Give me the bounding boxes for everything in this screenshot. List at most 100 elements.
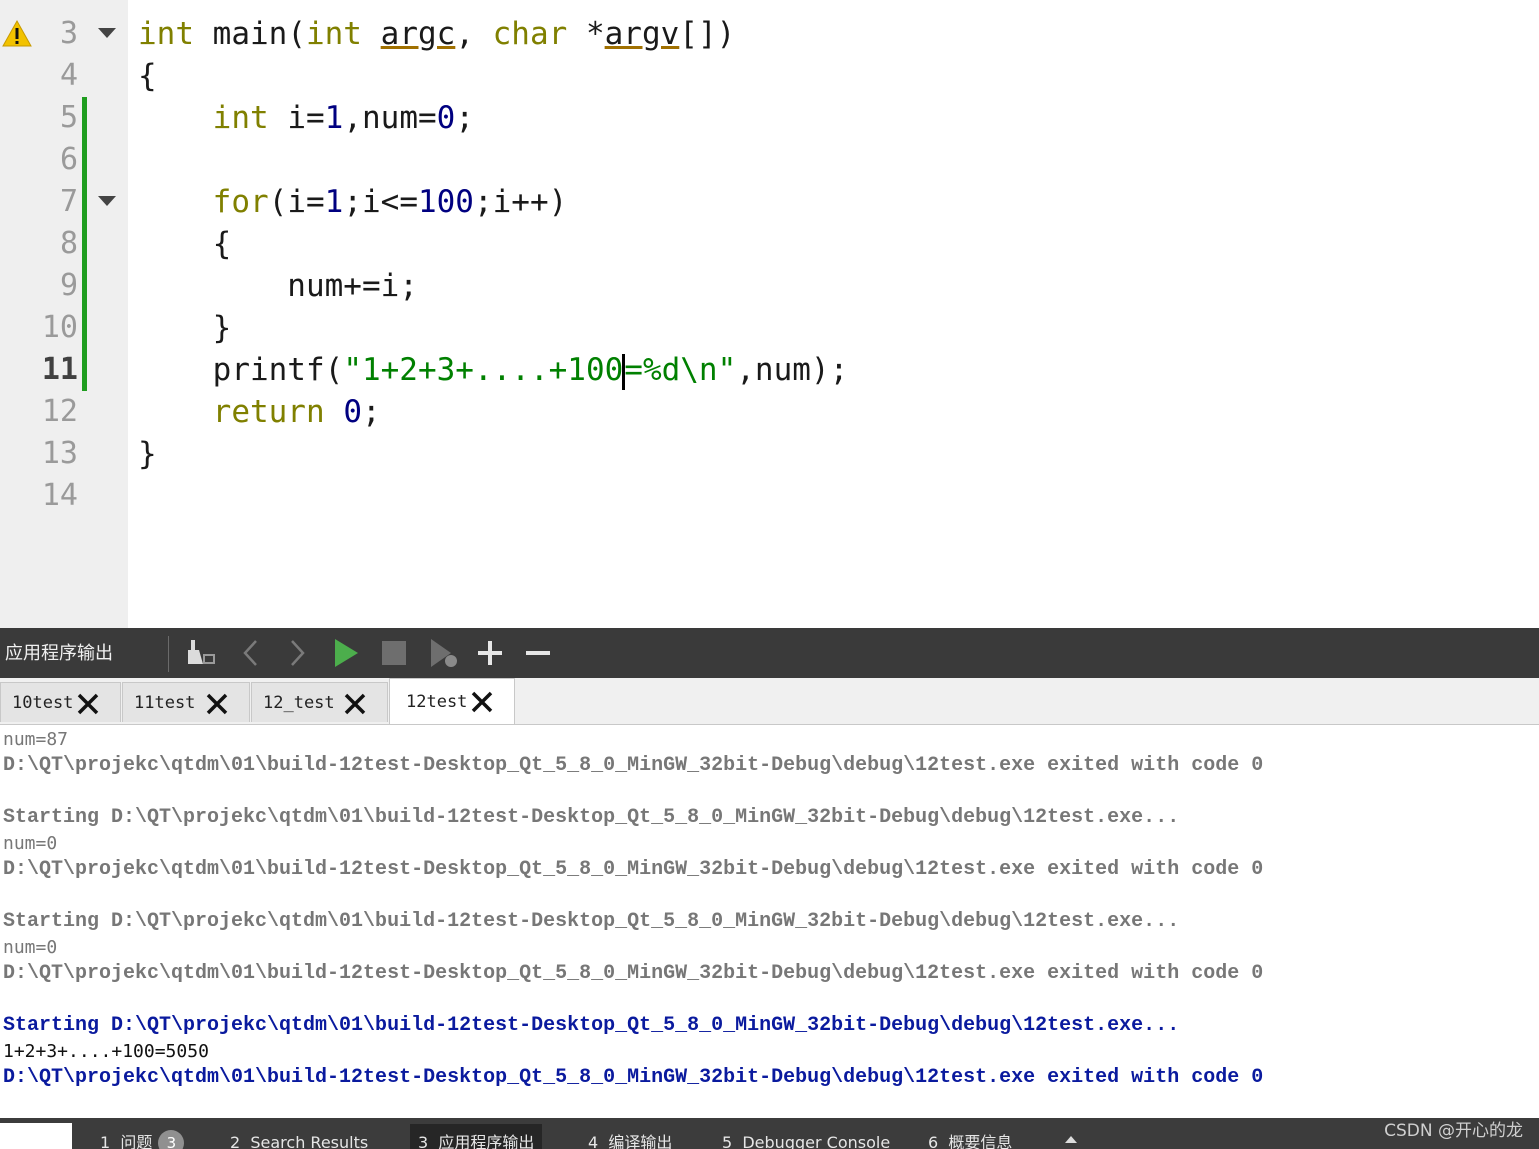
bottom-pane-number: 4 <box>588 1133 609 1149</box>
gutter-row[interactable]: 9 <box>0 265 128 307</box>
fold-arrow-icon[interactable] <box>98 28 116 38</box>
gutter-row[interactable]: 5 <box>0 97 128 139</box>
bottom-pane-button[interactable]: 6 概要信息 <box>928 1124 1012 1149</box>
output-tab[interactable]: 10test <box>0 682 121 722</box>
forward-icon[interactable] <box>280 636 314 670</box>
gutter-row[interactable]: 12 <box>0 391 128 433</box>
line-number: 12 <box>41 394 78 429</box>
bottom-pane-label: 概要信息 <box>948 1133 1013 1149</box>
bottom-pane-bar: 1 问题 3 2 Search Results 3 应用程序输出 4 编译输出 5 Deb… <box>0 1118 1539 1149</box>
gutter-row[interactable]: 8 <box>0 223 128 265</box>
gutter-row[interactable]: 10 <box>0 307 128 349</box>
code-editor[interactable]: 3 4 5 6 7 8 9 10 11 12 13 14 int main(int argc, cha… <box>0 0 1539 628</box>
bottom-pane-number: 6 <box>928 1133 949 1149</box>
fold-arrow-icon[interactable] <box>98 196 116 206</box>
bottom-pane-button[interactable]: 1 问题 3 <box>100 1124 185 1149</box>
bottom-pane-number: 2 <box>230 1133 251 1149</box>
code-line[interactable]: num+=i; <box>138 265 418 307</box>
output-tab[interactable]: 12test <box>389 678 515 724</box>
code-line[interactable]: } <box>138 307 232 349</box>
zoom-in-icon[interactable] <box>473 636 507 670</box>
stop-icon[interactable] <box>377 636 411 670</box>
text-cursor <box>622 353 626 390</box>
attach-debugger-icon[interactable] <box>427 636 461 670</box>
close-icon[interactable] <box>205 692 229 716</box>
modified-line-marker <box>82 307 87 349</box>
line-number: 5 <box>59 100 78 135</box>
modified-line-marker <box>82 349 87 391</box>
output-pane-title: 应用程序输出 <box>5 643 113 664</box>
gutter-row[interactable]: 13 <box>0 433 128 475</box>
bottom-pane-button[interactable]: 4 编译输出 <box>588 1124 672 1149</box>
output-tab[interactable]: 12_test <box>251 682 388 722</box>
code-line[interactable]: int i=1,num=0; <box>138 97 474 139</box>
code-line[interactable]: int main(int argc, char *argv[]) <box>138 13 735 55</box>
output-tab-bar: 10test 11test 12_test 12test <box>0 678 1539 725</box>
code-line[interactable]: for(i=1;i<=100;i++) <box>138 181 568 223</box>
output-tab-label: 10test <box>12 693 74 713</box>
output-line: Starting D:\QT\projekc\qtdm\01\build-12t… <box>3 1014 1180 1037</box>
code-line[interactable]: return 0; <box>138 391 381 433</box>
output-line: num=0 <box>3 833 58 854</box>
output-tab[interactable]: 11test <box>122 682 250 722</box>
code-line[interactable]: } <box>138 433 157 475</box>
output-tab-label: 12_test <box>263 693 335 713</box>
output-line: Starting D:\QT\projekc\qtdm\01\build-12t… <box>3 806 1180 829</box>
locator-box[interactable] <box>0 1123 72 1149</box>
zoom-out-icon[interactable] <box>521 636 555 670</box>
issue-count-badge: 3 <box>158 1130 185 1149</box>
bottom-pane-button[interactable]: 5 Debugger Console <box>722 1124 890 1149</box>
output-line: D:\QT\projekc\qtdm\01\build-12test-Deskt… <box>3 858 1264 881</box>
bottom-pane-button[interactable]: 2 Search Results <box>230 1124 368 1149</box>
modified-line-marker <box>82 181 87 223</box>
toolbar-separator <box>168 636 169 672</box>
code-line[interactable]: { <box>138 55 157 97</box>
output-line: 1+2+3+....+100=5050 <box>3 1041 209 1062</box>
gutter-row[interactable]: 6 <box>0 139 128 181</box>
bottom-pane-label: 编译输出 <box>608 1133 673 1149</box>
close-icon[interactable] <box>76 692 100 716</box>
bottom-pane-label: 应用程序输出 <box>438 1133 535 1149</box>
bottom-pane-number: 3 <box>418 1133 439 1149</box>
close-icon[interactable] <box>343 692 367 716</box>
output-tab-label: 11test <box>134 693 196 713</box>
gutter-row[interactable]: 11 <box>0 349 128 391</box>
modified-line-marker <box>82 265 87 307</box>
line-number: 8 <box>59 226 78 261</box>
line-number: 14 <box>41 478 78 513</box>
code-line[interactable]: printf("1+2+3+....+100=%d\n",num); <box>138 349 848 391</box>
modified-line-marker <box>82 97 87 139</box>
bottom-pane-button[interactable]: 3 应用程序输出 <box>410 1124 543 1149</box>
bottom-pane-label: Debugger Console <box>742 1133 891 1149</box>
watermark: CSDN @开心的龙 <box>1384 1121 1523 1141</box>
application-output[interactable]: num=87 D:\QT\projekc\qtdm\01\build-12test… <box>0 725 1539 1118</box>
gutter-row[interactable]: 14 <box>0 475 128 517</box>
bottom-pane-label: Search Results <box>250 1133 369 1149</box>
modified-line-marker <box>82 223 87 265</box>
output-line: D:\QT\projekc\qtdm\01\build-12test-Deskt… <box>3 754 1264 777</box>
gutter-row[interactable]: 3 <box>0 13 128 55</box>
bottom-pane-label: 问题 <box>120 1133 153 1149</box>
gutter-row[interactable]: 7 <box>0 181 128 223</box>
run-icon[interactable] <box>330 636 364 670</box>
line-number: 3 <box>59 16 78 51</box>
bottom-pane-number: 5 <box>722 1133 743 1149</box>
output-line: D:\QT\projekc\qtdm\01\build-12test-Deskt… <box>3 1066 1264 1089</box>
line-number: 10 <box>41 310 78 345</box>
code-line[interactable]: { <box>138 223 232 265</box>
back-icon[interactable] <box>234 636 268 670</box>
output-line: D:\QT\projekc\qtdm\01\build-12test-Deskt… <box>3 962 1264 985</box>
close-icon[interactable] <box>470 690 494 714</box>
line-number: 9 <box>59 268 78 303</box>
gutter-row[interactable]: 4 <box>0 55 128 97</box>
toggle-panes-arrow-icon[interactable] <box>1065 1136 1077 1143</box>
output-line: num=87 <box>3 729 69 750</box>
line-number: 6 <box>59 142 78 177</box>
warning-icon[interactable] <box>2 19 32 49</box>
bottom-pane-number: 1 <box>100 1133 121 1149</box>
modified-line-marker <box>82 139 87 181</box>
line-number: 7 <box>59 184 78 219</box>
line-number: 11 <box>41 352 78 387</box>
clean-icon[interactable] <box>185 636 219 670</box>
line-number: 4 <box>59 58 78 93</box>
